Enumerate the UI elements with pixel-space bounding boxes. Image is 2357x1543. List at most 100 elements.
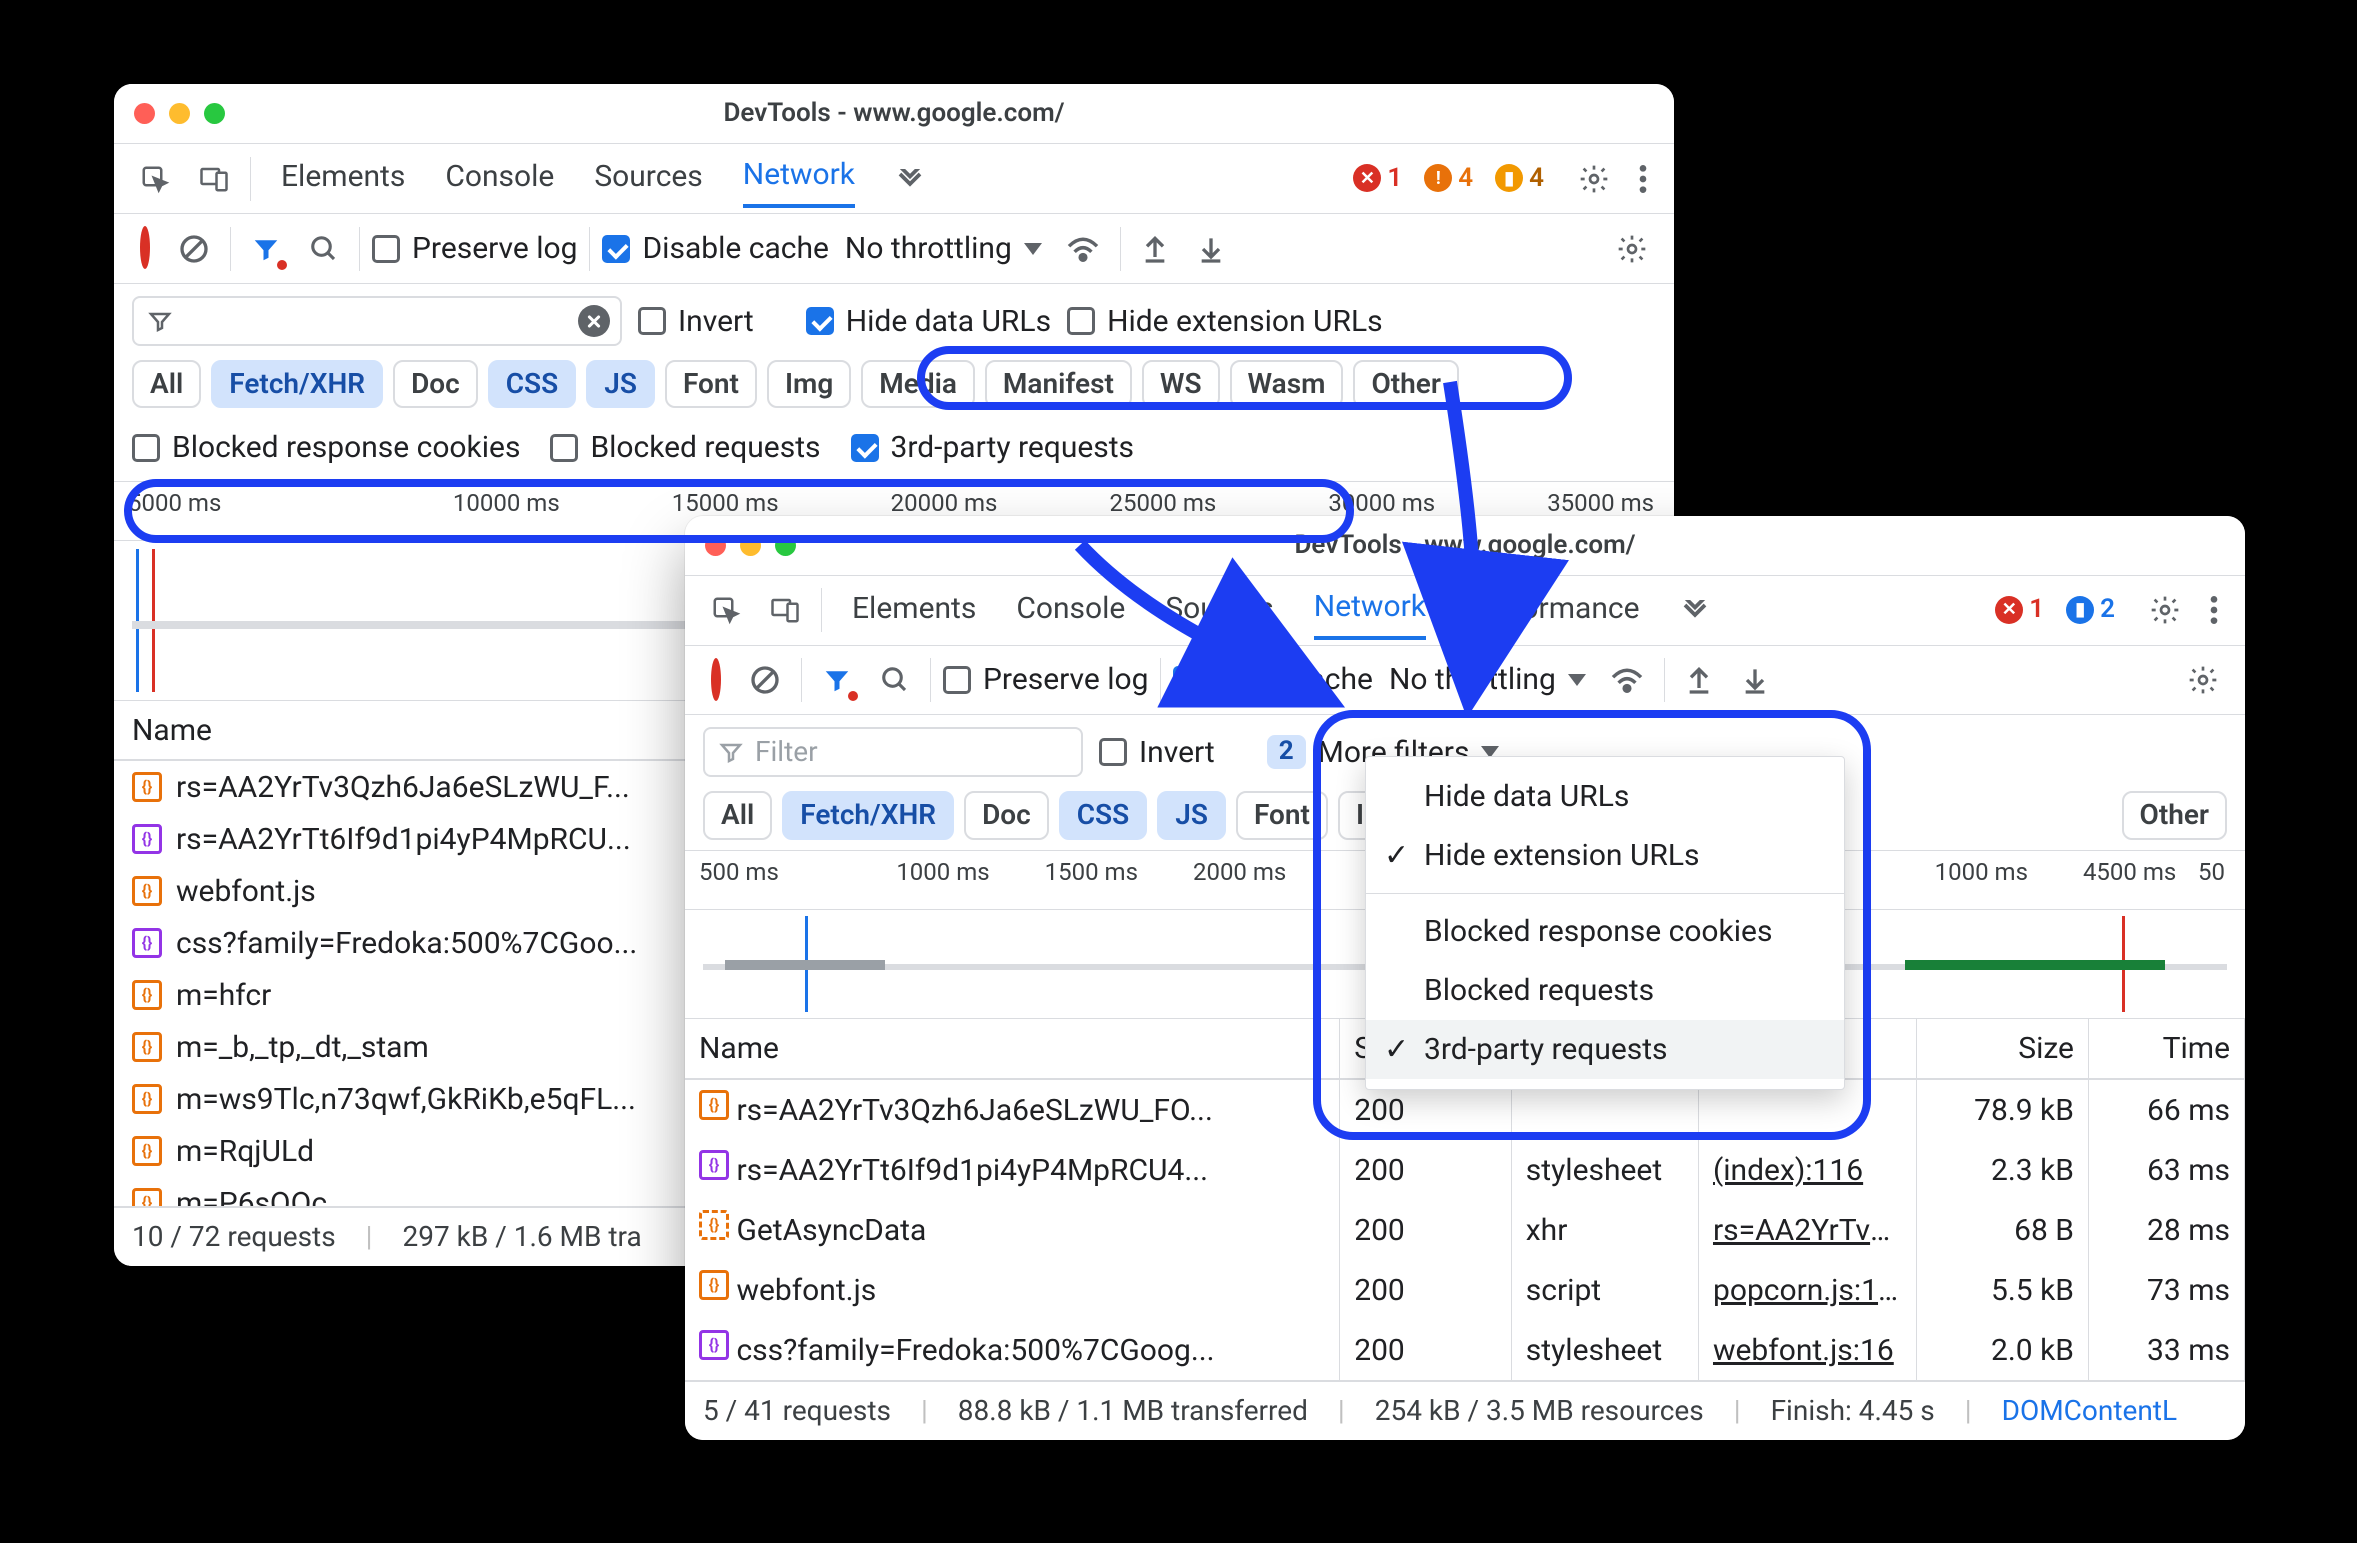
- throttling-select[interactable]: No throttling: [841, 223, 1046, 274]
- chip-all[interactable]: All: [132, 360, 201, 408]
- gear-icon[interactable]: [2179, 656, 2227, 704]
- disable-cache-checkbox[interactable]: Disable cache: [602, 229, 828, 268]
- invert-checkbox[interactable]: Invert: [1099, 733, 1215, 772]
- download-icon[interactable]: [1189, 225, 1233, 273]
- chip-fetchxhr[interactable]: Fetch/XHR: [211, 360, 383, 408]
- window-controls[interactable]: [705, 516, 796, 575]
- clear-icon[interactable]: [578, 305, 610, 337]
- error-badge[interactable]: ✕1: [1353, 162, 1402, 196]
- chip-doc[interactable]: Doc: [393, 360, 478, 408]
- minimize-dot[interactable]: [740, 535, 761, 556]
- minimize-dot[interactable]: [169, 103, 190, 124]
- chip-fetchxhr[interactable]: Fetch/XHR: [782, 791, 954, 839]
- invert-checkbox[interactable]: Invert: [638, 302, 754, 341]
- xhr-icon: [699, 1210, 729, 1240]
- type-filter-chips: All Fetch/XHR Doc CSS JS Font Img Media …: [114, 352, 1674, 418]
- comment-badge[interactable]: ▮2: [2066, 593, 2115, 627]
- issues-badge[interactable]: ▮4: [1495, 162, 1544, 196]
- preserve-log-checkbox[interactable]: Preserve log: [372, 229, 577, 268]
- chip-doc[interactable]: Doc: [964, 791, 1049, 839]
- more-tabs-icon[interactable]: [895, 169, 925, 189]
- chip-other[interactable]: Other: [1353, 360, 1458, 408]
- disable-cache-checkbox[interactable]: sable cache: [1173, 660, 1372, 699]
- inspect-icon[interactable]: [703, 587, 749, 633]
- kebab-icon[interactable]: [2201, 586, 2227, 634]
- col-name[interactable]: Name: [685, 1019, 1340, 1080]
- download-icon[interactable]: [1733, 656, 1777, 704]
- search-icon[interactable]: [301, 226, 347, 272]
- filter-icon[interactable]: [243, 226, 289, 272]
- kebab-icon[interactable]: [1630, 155, 1656, 203]
- blocked-response-cookies-checkbox[interactable]: Blocked response cookies: [132, 428, 520, 467]
- filter-icon[interactable]: [814, 657, 860, 703]
- table-row: rs=AA2YrTt6If9d1pi4yP4MpRCU4...200styles…: [685, 1140, 2245, 1200]
- filter-input[interactable]: [132, 296, 622, 346]
- chip-font[interactable]: Font: [665, 360, 757, 408]
- chip-all[interactable]: All: [703, 791, 772, 839]
- error-badge[interactable]: ✕1: [1995, 593, 2044, 627]
- wifi-icon[interactable]: [1058, 227, 1108, 271]
- chip-ws[interactable]: WS: [1142, 360, 1220, 408]
- chip-other[interactable]: Other: [2122, 791, 2227, 839]
- chip-js[interactable]: JS: [1157, 791, 1226, 839]
- chip-css[interactable]: CSS: [488, 360, 577, 408]
- chip-js[interactable]: JS: [586, 360, 655, 408]
- tab-network[interactable]: Network: [743, 149, 855, 208]
- script-icon: [132, 1136, 162, 1166]
- clear-icon[interactable]: [741, 656, 789, 704]
- chip-css[interactable]: CSS: [1059, 791, 1148, 839]
- record-button[interactable]: [132, 222, 158, 274]
- gear-icon[interactable]: [2141, 586, 2189, 634]
- more-tabs-icon[interactable]: [1680, 600, 1710, 620]
- tab-performance[interactable]: Performance: [1466, 583, 1640, 638]
- chip-wasm[interactable]: Wasm: [1230, 360, 1344, 408]
- throttling-select[interactable]: No throttling: [1385, 654, 1590, 705]
- col-time[interactable]: Time: [2089, 1019, 2245, 1080]
- tab-elements[interactable]: Elements: [852, 583, 976, 638]
- warning-badge[interactable]: !4: [1424, 162, 1473, 196]
- hide-extension-urls-checkbox[interactable]: Hide extension URLs: [1067, 302, 1383, 341]
- record-button[interactable]: [703, 654, 729, 706]
- tab-sources[interactable]: Sources: [594, 151, 702, 206]
- device-icon[interactable]: [190, 156, 238, 202]
- tab-elements[interactable]: Elements: [281, 151, 405, 206]
- chip-font[interactable]: Font: [1236, 791, 1328, 839]
- tab-console[interactable]: Console: [445, 151, 554, 206]
- search-icon[interactable]: [872, 657, 918, 703]
- close-dot[interactable]: [705, 535, 726, 556]
- close-dot[interactable]: [134, 103, 155, 124]
- tab-network[interactable]: Network: [1314, 581, 1426, 640]
- menu-hide-extension-urls[interactable]: ✓Hide extension URLs: [1366, 826, 1844, 885]
- gear-icon[interactable]: [1570, 155, 1618, 203]
- device-icon[interactable]: [761, 587, 809, 633]
- blocked-requests-checkbox[interactable]: Blocked requests: [550, 428, 820, 467]
- tab-console[interactable]: Console: [1016, 583, 1125, 638]
- upload-icon[interactable]: [1133, 225, 1177, 273]
- wifi-icon[interactable]: [1602, 658, 1652, 702]
- menu-blocked-requests[interactable]: Blocked requests: [1366, 961, 1844, 1020]
- upload-icon[interactable]: [1677, 656, 1721, 704]
- chip-manifest[interactable]: Manifest: [985, 360, 1132, 408]
- menu-blocked-response-cookies[interactable]: Blocked response cookies: [1366, 902, 1844, 961]
- more-filters-menu[interactable]: Hide data URLs ✓Hide extension URLs Bloc…: [1365, 756, 1845, 1090]
- filter-input[interactable]: Filter: [703, 727, 1083, 777]
- menu-third-party-requests[interactable]: ✓3rd-party requests: [1366, 1020, 1844, 1079]
- chip-img[interactable]: Img: [767, 360, 851, 408]
- zoom-dot[interactable]: [204, 103, 225, 124]
- col-size[interactable]: Size: [1917, 1019, 2089, 1080]
- clear-icon[interactable]: [170, 225, 218, 273]
- hide-data-urls-checkbox[interactable]: Hide data URLs: [806, 302, 1051, 341]
- script-icon: [132, 772, 162, 802]
- third-party-requests-checkbox[interactable]: 3rd-party requests: [851, 428, 1135, 467]
- tab-sources[interactable]: Sources: [1165, 583, 1273, 638]
- inspect-icon[interactable]: [132, 156, 178, 202]
- script-icon: [132, 980, 162, 1010]
- chip-media[interactable]: Media: [861, 360, 975, 408]
- stylesheet-icon: [132, 928, 162, 958]
- funnel-icon: [719, 740, 743, 764]
- preserve-log-checkbox[interactable]: Preserve log: [943, 660, 1148, 699]
- zoom-dot[interactable]: [775, 535, 796, 556]
- window-controls[interactable]: [134, 84, 225, 143]
- menu-hide-data-urls[interactable]: Hide data URLs: [1366, 767, 1844, 826]
- gear-icon[interactable]: [1608, 225, 1656, 273]
